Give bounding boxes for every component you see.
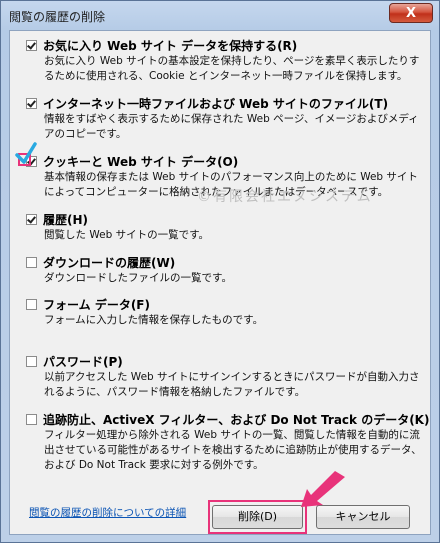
option-label: フォーム データ(F) bbox=[43, 298, 150, 312]
annotation-check-icon bbox=[15, 142, 37, 164]
option-description: 閲覧した Web サイトの一覧です。 bbox=[44, 229, 210, 241]
learn-more-link[interactable]: 閲覧の履歴の削除についての詳細 bbox=[29, 505, 186, 520]
option-label: お気に入り Web サイト データを保持する(R) bbox=[43, 39, 298, 53]
window-title: 閲覧の履歴の削除 bbox=[9, 10, 106, 24]
delete-highlight-box bbox=[208, 500, 307, 534]
temp-files-checkbox[interactable] bbox=[26, 98, 37, 109]
annotation-arrow-icon bbox=[301, 471, 345, 507]
title-bar[interactable]: 閲覧の履歴の削除 X bbox=[1, 1, 439, 31]
option-label: パスワード(P) bbox=[43, 355, 123, 369]
option-label: 追跡防止、ActiveX フィルター、および Do Not Track のデータ… bbox=[43, 413, 430, 427]
preserve-favorites-checkbox[interactable] bbox=[26, 40, 37, 51]
cancel-button[interactable]: キャンセル bbox=[316, 505, 410, 529]
option-label: インターネット一時ファイルおよび Web サイトのファイル(T) bbox=[43, 97, 389, 111]
delete-browsing-history-dialog: 閲覧の履歴の削除 X お気に入り Web サイト データを保持する(R) お気に… bbox=[0, 0, 440, 543]
close-button[interactable]: X bbox=[389, 3, 433, 23]
download-history-checkbox[interactable] bbox=[26, 257, 37, 268]
passwords-checkbox[interactable] bbox=[26, 356, 37, 367]
history-checkbox[interactable] bbox=[26, 214, 37, 225]
option-description: お気に入り Web サイトの基本設定を保持したり、ページを素早く表示したりするた… bbox=[44, 55, 420, 82]
form-data-checkbox[interactable] bbox=[26, 299, 37, 310]
option-description: フィルター処理から除外される Web サイトの一覧、閲覧した情報を自動的に流出さ… bbox=[44, 429, 422, 471]
options-panel: お気に入り Web サイト データを保持する(R) お気に入り Web サイトの… bbox=[9, 30, 431, 535]
option-description: 情報をすばやく表示するために保存された Web ページ、イメージおよびメディアの… bbox=[44, 113, 419, 140]
option-label: ダウンロードの履歴(W) bbox=[43, 256, 176, 270]
option-description: ダウンロードしたファイルの一覧です。 bbox=[44, 272, 232, 284]
option-label: 履歴(H) bbox=[43, 213, 89, 227]
tracking-protection-checkbox[interactable] bbox=[26, 414, 37, 425]
option-description: 以前アクセスした Web サイトにサインインするときにパスワードが自動入力される… bbox=[44, 371, 420, 398]
option-description: フォームに入力した情報を保存したものです。 bbox=[44, 314, 264, 326]
option-label: クッキーと Web サイト データ(O) bbox=[43, 155, 239, 169]
watermark: ©有限会社エヌシステム bbox=[197, 189, 373, 205]
